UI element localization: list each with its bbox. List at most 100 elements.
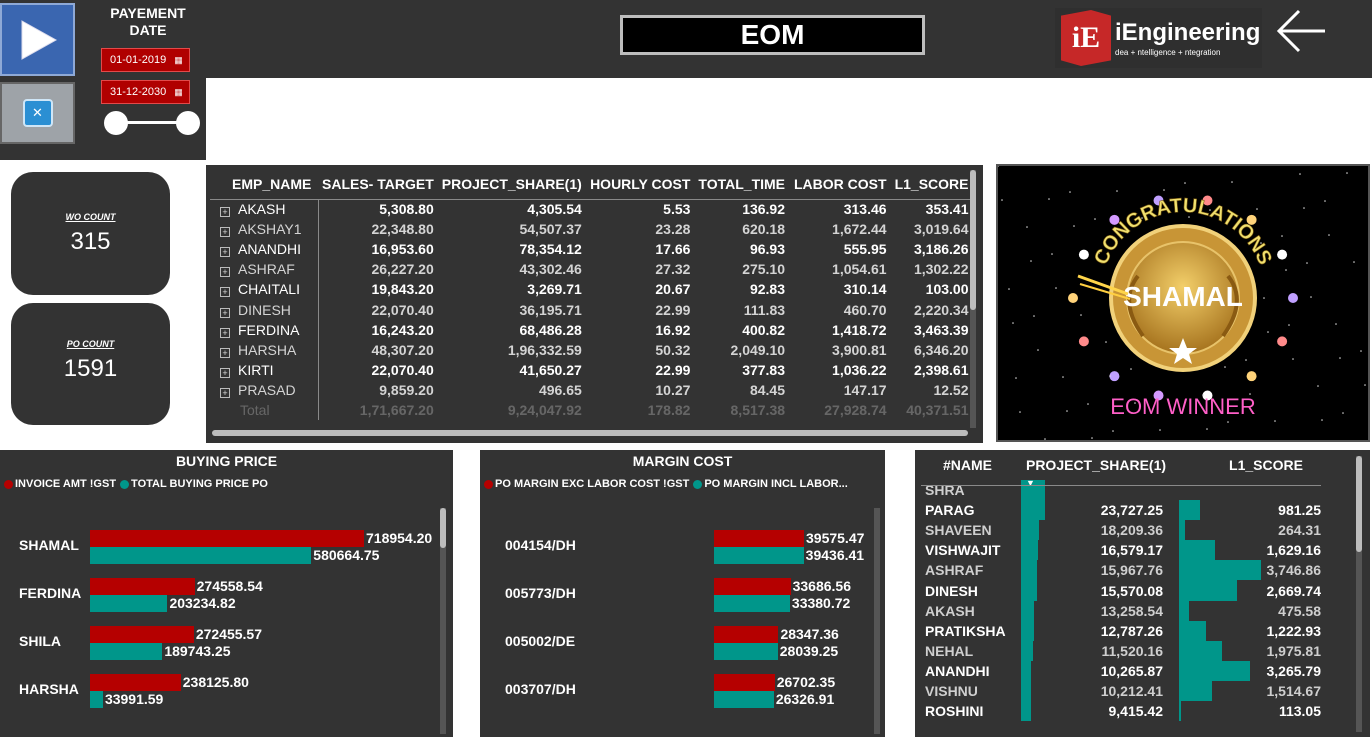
name-cell: PARAG	[925, 502, 975, 519]
table-row[interactable]: PARAG 23,727.25 981.25	[921, 500, 1321, 521]
table-row[interactable]: + AKSHAY1 22,348.80 54,507.37 23.28 620.18 1,6…	[210, 219, 973, 240]
expand-icon[interactable]: +	[220, 267, 230, 278]
table-row[interactable]: ANANDHI 10,265.87 3,265.79	[921, 660, 1322, 681]
cell-value: 23,727.25	[1100, 502, 1163, 519]
bar-series-2[interactable]	[714, 691, 774, 708]
table-row[interactable]: + AKASH 5,308.80 4,305.54 5.53 136.92 313.46 35…	[210, 199, 973, 220]
table-row[interactable]: AKASH 13,258.54 475.58	[921, 600, 1321, 621]
bar-series-2[interactable]	[90, 595, 168, 612]
emp-name: KIRTI	[238, 361, 274, 378]
col-header-total-time[interactable]: TOTAL_TIME	[694, 169, 789, 199]
sparkle	[1091, 437, 1093, 439]
bar-series-2[interactable]	[714, 547, 804, 564]
cell-value: 11,520.16	[1101, 642, 1163, 659]
table-row[interactable]: + KIRTI 22,070.40 41,650.27 22.99 377.83 1,036…	[210, 359, 973, 380]
cell-value: 15,967.76	[1100, 562, 1163, 579]
end-date-field[interactable]: 31-12-2030 ▦	[101, 80, 190, 104]
table-row[interactable]: + ASHRAF 26,227.20 43,302.46 27.32 275.10 1,05…	[210, 259, 973, 280]
bar-series-1[interactable]	[714, 530, 804, 547]
chart-scroll-thumb[interactable]	[440, 508, 446, 548]
play-button[interactable]	[0, 3, 75, 76]
bar-series-1[interactable]	[90, 530, 364, 547]
table-row[interactable]: + ANANDHI 16,953.60 78,354.12 17.66 96.93 555.…	[210, 239, 973, 260]
col-header-name[interactable]: #NAME	[921, 450, 1021, 480]
bar-series-2[interactable]	[714, 643, 778, 660]
table-row[interactable]: + HARSHA 48,307.20 1,96,332.59 50.32 2,049.10…	[210, 339, 973, 360]
col-header-sales-target[interactable]: SALES- TARGET	[318, 169, 438, 199]
table-scroll-thumb[interactable]	[1356, 456, 1362, 552]
header-divider	[921, 485, 1321, 486]
project-share-cell: 15,570.08	[1021, 580, 1171, 601]
l1-score-cell: 264.31	[1171, 520, 1321, 541]
clear-filter-button[interactable]: ✕	[0, 82, 75, 144]
sparkle	[1030, 260, 1032, 262]
cell-value: 3,265.79	[1266, 662, 1322, 679]
table-row[interactable]: + FERDINA 16,243.20 68,486.28 16.92 400.82 1,4…	[210, 319, 973, 340]
data-label: 718954.20	[366, 530, 433, 546]
bar-series-2[interactable]	[90, 547, 312, 564]
table-row[interactable]: SHRA	[921, 480, 1321, 501]
table-row[interactable]: ASHRAF 15,967.76 3,746.86	[921, 560, 1321, 581]
col-header-project-share[interactable]: PROJECT_SHARE(1)	[1021, 450, 1171, 480]
chart-scrollbar[interactable]	[874, 508, 880, 734]
expand-icon[interactable]: +	[220, 247, 230, 258]
expand-icon[interactable]: +	[220, 307, 230, 318]
table-row[interactable]: + DINESH 22,070.40 36,195.71 22.99 111.83 460.…	[210, 299, 973, 320]
bar-series-1[interactable]	[714, 674, 775, 691]
table-vertical-scroll-thumb[interactable]	[970, 170, 976, 310]
star-dot	[1078, 249, 1089, 260]
date-slider-start-handle[interactable]	[104, 111, 128, 135]
expand-icon[interactable]: +	[220, 347, 230, 358]
table-cell: 22.99	[655, 361, 691, 378]
expand-icon[interactable]: +	[220, 207, 230, 218]
sort-desc-icon[interactable]: ▼	[1026, 478, 1035, 488]
expand-icon[interactable]: +	[220, 327, 230, 338]
col-header-project-share-1[interactable]: PROJECT_SHARE(1)	[438, 169, 586, 199]
emp-name: ANANDHI	[238, 241, 302, 258]
back-arrow-icon[interactable]	[1275, 8, 1327, 54]
col-header-hourly-cost[interactable]: HOURLY COST	[586, 169, 695, 199]
bar-series-1[interactable]	[90, 674, 181, 691]
start-date-field[interactable]: 01-01-2019 ▦	[101, 48, 190, 72]
cell-value: 12,787.26	[1100, 622, 1163, 639]
table-cell: 3,463.39	[914, 321, 969, 338]
col-header-emp-name[interactable]: EMP_NAME	[210, 169, 318, 199]
col-header-labor-cost[interactable]: LABOR COST	[789, 169, 891, 199]
table-row[interactable]: PRATIKSHA 12,787.26 1,222.93	[921, 620, 1321, 641]
table-row[interactable]: NEHAL 11,520.16 1,975.81	[921, 640, 1321, 661]
project-share-cell: 16,579.17	[1021, 540, 1171, 561]
date-slider-end-handle[interactable]	[176, 111, 200, 135]
bar-series-1[interactable]	[90, 578, 195, 595]
expand-icon[interactable]: +	[220, 387, 230, 398]
expand-icon[interactable]: +	[220, 367, 230, 378]
l1-score-cell: 1,629.16	[1171, 540, 1321, 561]
table-row[interactable]: ROSHINI 9,415.42 113.05	[921, 701, 1321, 722]
table-horizontal-scrollbar[interactable]	[212, 430, 968, 436]
col-header-l1-score[interactable]: L1_SCORE	[891, 169, 973, 199]
table-cell: 313.46	[843, 201, 887, 218]
bar-series-1[interactable]	[90, 626, 194, 643]
col-header-l1-score[interactable]: L1_SCORE	[1171, 450, 1321, 480]
l1-score-cell: 1,222.93	[1171, 620, 1321, 641]
table-cell: 23.28	[655, 221, 691, 238]
bar-series-2[interactable]	[90, 643, 163, 660]
table-row[interactable]: + CHAITALI 19,843.20 3,269.71 20.67 92.83 310.…	[210, 279, 973, 300]
project-share-cell: 11,520.16	[1021, 640, 1171, 661]
data-bar	[1021, 660, 1032, 681]
table-row[interactable]: SHAVEEN 18,209.36 264.31	[921, 520, 1321, 541]
bar-series-1[interactable]	[714, 626, 779, 643]
bar-series-1[interactable]	[714, 578, 791, 595]
name-cell: NEHAL	[925, 642, 974, 659]
table-row[interactable]: VISHNU 10,212.41 1,514.67	[921, 680, 1321, 702]
bar-series-2[interactable]	[90, 691, 103, 708]
bar-series-2[interactable]	[714, 595, 790, 612]
table-row[interactable]: VISHWAJIT 16,579.17 1,629.16	[921, 540, 1321, 561]
table-row[interactable]: + PRASAD 9,859.20 496.65 10.27 84.45 147.17 12.…	[210, 379, 973, 400]
table-cell: 16,953.60	[371, 241, 434, 258]
table-row[interactable]: DINESH 15,570.08 2,669.74	[921, 580, 1321, 601]
table-cell: 3,900.81	[832, 341, 887, 358]
table-cell: 3,019.64	[914, 221, 969, 238]
expand-icon[interactable]: +	[220, 227, 230, 238]
expand-icon[interactable]: +	[220, 287, 230, 298]
l1-score-cell: 981.25	[1171, 500, 1321, 521]
